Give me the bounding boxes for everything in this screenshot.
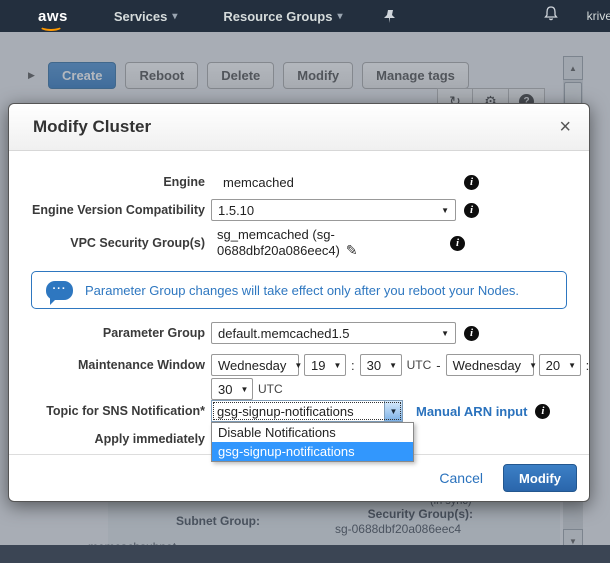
chevron-down-icon: ▾: [172, 11, 177, 22]
maintenance-window-row2: 30 ▼ UTC: [9, 378, 589, 400]
vpc-sg-text: sg_memcached (sg-0688dbf20a086eec4): [217, 227, 340, 258]
navbar-right: krive: [543, 5, 610, 27]
info-icon[interactable]: i: [464, 203, 479, 218]
engine-version-label: Engine Version Compatibility: [9, 203, 205, 217]
modify-cluster-modal: Modify Cluster × Engine memcached i Engi…: [8, 103, 590, 502]
modal-header: Modify Cluster ×: [9, 104, 589, 151]
select-arrow-icon: ▼: [441, 206, 449, 215]
end-day-value: Wednesday: [453, 358, 521, 373]
select-arrow-icon[interactable]: ▼: [384, 401, 402, 421]
modify-submit-button[interactable]: Modify: [503, 464, 577, 492]
engine-row: Engine memcached i: [9, 172, 589, 192]
notice-text: Parameter Group changes will take effect…: [85, 283, 519, 298]
select-arrow-icon: ▼: [333, 361, 341, 370]
maintenance-window-controls2: 30 ▼ UTC: [211, 378, 283, 400]
nav-services[interactable]: Services ▾: [114, 9, 178, 24]
edit-pencil-icon[interactable]: ✎: [346, 242, 358, 258]
end-hour-select[interactable]: 20 ▼: [539, 354, 581, 376]
screen: aws Services ▾ Resource Groups ▾ krive: [0, 0, 610, 563]
utc-label: UTC: [407, 358, 432, 372]
manual-arn-input-link[interactable]: Manual ARN input: [416, 404, 527, 419]
engine-version-row: Engine Version Compatibility 1.5.10 ▼ i: [9, 199, 589, 221]
sns-topic-row: Topic for SNS Notification* gsg-signup-n…: [9, 400, 589, 422]
maintenance-window-label: Maintenance Window: [9, 358, 205, 372]
engine-version-select[interactable]: 1.5.10 ▼: [211, 199, 456, 221]
bell-icon-svg: [543, 5, 559, 22]
nav-resource-groups[interactable]: Resource Groups ▾: [223, 9, 342, 24]
modal-body: Engine memcached i Engine Version Compat…: [9, 151, 589, 449]
aws-logo[interactable]: aws: [38, 8, 68, 25]
aws-smile-icon: [39, 21, 63, 31]
vpc-sg-label: VPC Security Group(s): [9, 236, 205, 250]
vpc-sg-row: VPC Security Group(s) sg_memcached (sg-0…: [9, 227, 589, 259]
maintenance-window-controls: Wednesday ▼ 19 ▼ : 30 ▼ UTC - Wednesday ▼ 20…: [211, 354, 589, 376]
sns-topic-control: gsg-signup-notifications ▼ Disable Notif…: [211, 400, 550, 422]
parameter-group-row: Parameter Group default.memcached1.5 ▼ i: [9, 322, 589, 344]
parameter-group-select[interactable]: default.memcached1.5 ▼: [211, 322, 456, 344]
end-minute-select[interactable]: 30 ▼: [211, 378, 253, 400]
sns-topic-label: Topic for SNS Notification*: [9, 404, 205, 418]
colon-separator: :: [586, 358, 590, 373]
dropdown-option-disable-notifications[interactable]: Disable Notifications: [212, 423, 413, 442]
cancel-button[interactable]: Cancel: [439, 470, 483, 486]
bubble-dots: ···: [53, 283, 67, 295]
select-arrow-icon: ▼: [240, 385, 248, 394]
parameter-group-value: default.memcached1.5: [218, 326, 350, 341]
select-arrow-icon: ▼: [529, 361, 537, 370]
apply-immediately-label: Apply immediately: [9, 432, 205, 446]
nav-services-label: Services: [114, 9, 168, 24]
select-arrow-icon: ▼: [441, 329, 449, 338]
end-hour-value: 20: [546, 358, 560, 373]
start-hour-select[interactable]: 19 ▼: [304, 354, 346, 376]
sns-topic-value: gsg-signup-notifications: [212, 404, 384, 419]
end-day-select[interactable]: Wednesday ▼: [446, 354, 534, 376]
pin-icon-svg: [383, 9, 396, 24]
start-minute-value: 30: [367, 358, 381, 373]
bell-icon[interactable]: [543, 5, 559, 27]
select-arrow-icon: ▼: [294, 361, 302, 370]
vpc-sg-value: sg_memcached (sg-0688dbf20a086eec4) ✎: [211, 227, 442, 259]
engine-value: memcached: [211, 175, 456, 190]
maintenance-window-row1: Maintenance Window Wednesday ▼ 19 ▼ : 30 ▼ …: [9, 354, 589, 376]
start-hour-value: 19: [311, 358, 325, 373]
end-minute-value: 30: [218, 382, 232, 397]
parameter-group-notice: ··· Parameter Group changes will take ef…: [31, 271, 567, 309]
sns-topic-select[interactable]: gsg-signup-notifications ▼: [211, 400, 403, 422]
dropdown-option-gsg-signup-notifications[interactable]: gsg-signup-notifications: [212, 442, 413, 461]
close-icon[interactable]: ×: [559, 117, 571, 137]
start-day-value: Wednesday: [218, 358, 286, 373]
dash-separator: -: [436, 358, 440, 373]
info-icon[interactable]: i: [535, 404, 550, 419]
start-minute-select[interactable]: 30 ▼: [360, 354, 402, 376]
engine-label: Engine: [9, 175, 205, 189]
select-arrow-icon: ▼: [568, 361, 576, 370]
sns-topic-dropdown: Disable Notifications gsg-signup-notific…: [211, 422, 414, 462]
modal-title: Modify Cluster: [33, 117, 151, 137]
info-icon[interactable]: i: [464, 326, 479, 341]
select-arrow-icon: ▼: [389, 361, 397, 370]
engine-version-value: 1.5.10: [218, 203, 254, 218]
parameter-group-label: Parameter Group: [9, 326, 205, 340]
info-icon[interactable]: i: [464, 175, 479, 190]
pin-icon[interactable]: [383, 9, 396, 24]
account-menu[interactable]: krive: [587, 9, 610, 23]
chevron-down-icon: ▾: [337, 11, 342, 22]
speech-bubble-icon: ···: [46, 281, 73, 300]
start-day-select[interactable]: Wednesday ▼: [211, 354, 299, 376]
info-icon[interactable]: i: [450, 236, 465, 251]
utc-label: UTC: [258, 382, 283, 396]
colon-separator: :: [351, 358, 355, 373]
top-navbar: aws Services ▾ Resource Groups ▾ krive: [0, 0, 610, 32]
nav-resource-groups-label: Resource Groups: [223, 9, 332, 24]
